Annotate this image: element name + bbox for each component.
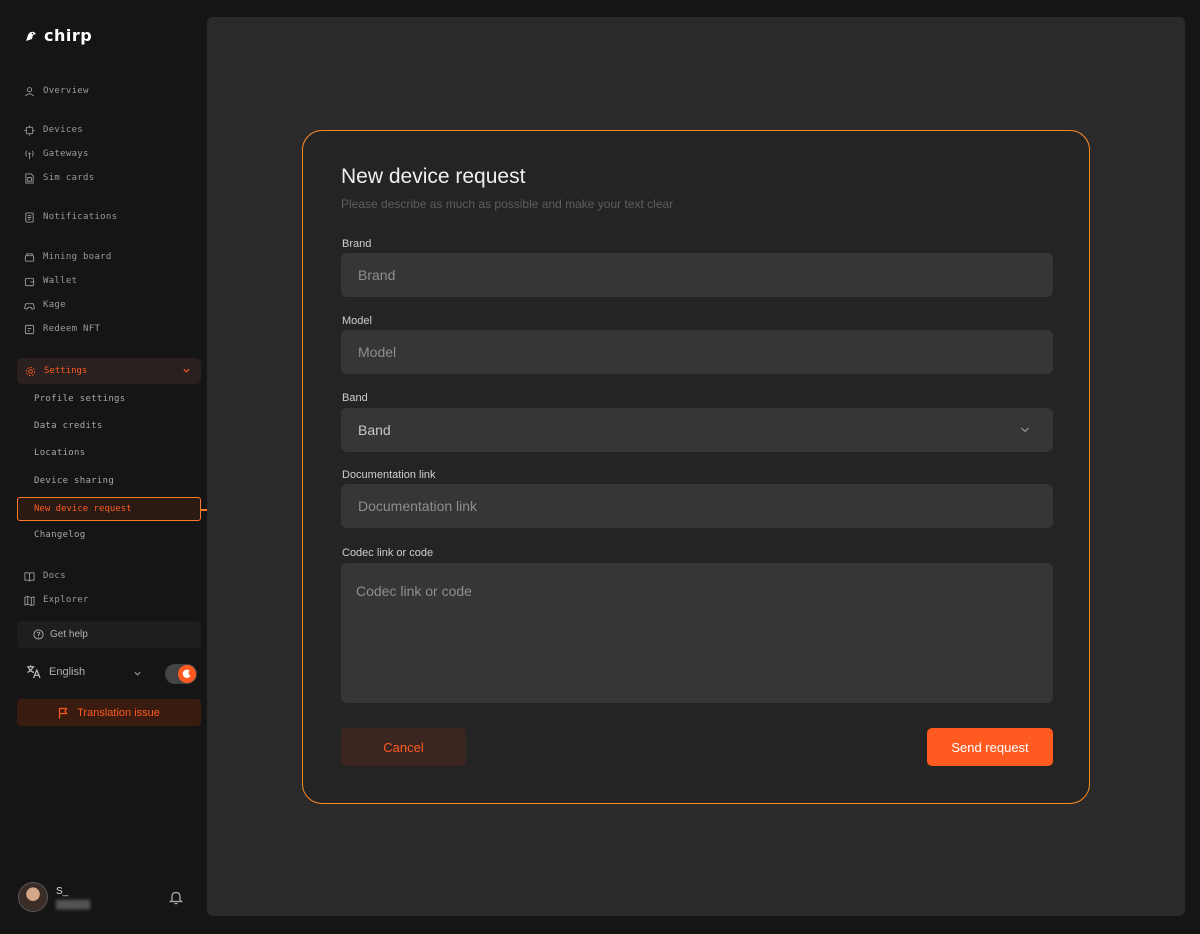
band-select[interactable]: Band — [341, 408, 1053, 452]
mining-icon — [24, 252, 35, 262]
sidebar-item-label: Redeem NFT — [43, 324, 101, 334]
sidebar-item-label: Mining board — [43, 252, 112, 262]
avatar — [18, 882, 48, 912]
document-icon — [25, 211, 34, 223]
help-circle-icon — [33, 629, 44, 640]
sidebar-item-label: Overview — [43, 86, 89, 96]
translation-issue-label: Translation issue — [77, 706, 160, 719]
sidebar-item-devices[interactable]: Devices — [24, 122, 83, 138]
sidebar-item-label: Devices — [43, 125, 84, 135]
documentation-link-input[interactable]: Documentation link — [341, 484, 1053, 528]
language-label: English — [49, 665, 86, 678]
theme-toggle[interactable] — [165, 664, 197, 684]
codec-label: Codec link or code — [342, 547, 434, 559]
user-profile[interactable]: S_ ██████ — [18, 882, 90, 912]
sidebar-item-gateways[interactable]: Gateways — [24, 146, 89, 162]
sidebar-subitem-profile-settings[interactable]: Profile settings — [34, 394, 126, 404]
moon-icon — [178, 665, 196, 683]
model-label: Model — [342, 315, 372, 327]
sidebar-subitem-locations[interactable]: Locations — [34, 448, 85, 458]
sidebar-item-sim-cards[interactable]: Sim cards — [24, 170, 94, 186]
sidebar-item-redeem-nft[interactable]: Redeem NFT — [24, 321, 100, 337]
sidebar-item-notifications[interactable]: Notifications — [24, 209, 117, 225]
translate-icon — [26, 665, 41, 679]
map-icon — [24, 595, 35, 606]
chevron-down-icon[interactable] — [133, 669, 142, 678]
chevron-down-icon — [1021, 427, 1029, 433]
sidebar-item-label: Notifications — [43, 212, 118, 222]
sidebar-item-label: Explorer — [43, 595, 89, 605]
sidebar-item-label: Sim cards — [43, 173, 95, 183]
brand-input[interactable]: Brand — [341, 253, 1053, 297]
sidebar-item-label: Kage — [43, 300, 66, 310]
documentation-link-label: Documentation link — [342, 469, 436, 481]
chirp-bird-icon — [26, 31, 36, 41]
sidebar-item-wallet[interactable]: Wallet — [24, 273, 77, 289]
sidebar-item-kage[interactable]: Kage — [24, 297, 66, 313]
sidebar-subitem-new-device-request[interactable]: New device request — [17, 497, 201, 521]
flag-icon — [59, 707, 68, 718]
sidebar-item-label: Wallet — [43, 276, 78, 286]
sidebar-item-explorer[interactable]: Explorer — [24, 592, 89, 608]
book-icon — [24, 571, 35, 582]
translation-issue-button[interactable]: Translation issue — [17, 699, 201, 726]
language-selector[interactable]: English — [26, 664, 85, 679]
modal-title: New device request — [341, 165, 526, 188]
brand-label: Brand — [342, 238, 372, 250]
band-label: Band — [342, 392, 368, 404]
antenna-icon — [25, 150, 34, 159]
new-device-request-modal: New device request Please describe as mu… — [302, 130, 1090, 804]
sidebar-subitem-changelog[interactable]: Changelog — [34, 530, 85, 540]
sidebar-item-settings[interactable]: Settings — [17, 358, 201, 384]
band-select-value: Band — [358, 422, 391, 438]
cancel-button[interactable]: Cancel — [341, 728, 466, 766]
sidebar-item-docs[interactable]: Docs — [24, 568, 66, 584]
bell-icon[interactable] — [169, 890, 183, 905]
send-request-button[interactable]: Send request — [927, 728, 1053, 766]
chevron-down-icon — [183, 368, 190, 373]
gear-icon — [25, 366, 36, 376]
sidebar-item-label: Docs — [43, 571, 66, 581]
sidebar-item-label: Gateways — [43, 149, 89, 159]
modal-subtitle: Please describe as much as possible and … — [341, 197, 674, 211]
chip-icon — [24, 124, 35, 136]
get-help-label: Get help — [50, 629, 88, 640]
user-id-blurred: ██████ — [56, 899, 91, 909]
user-name: S_ — [56, 885, 69, 897]
sidebar-item-mining-board[interactable]: Mining board — [24, 249, 112, 265]
codec-textarea[interactable]: Codec link or code — [341, 563, 1053, 703]
sidebar-item-label: Settings — [44, 366, 88, 376]
logo[interactable]: chirp — [24, 26, 92, 45]
sidebar-subitem-data-credits[interactable]: Data credits — [34, 421, 103, 431]
logo-text: chirp — [44, 26, 93, 45]
get-help-button[interactable]: Get help — [17, 621, 201, 648]
sidebar-item-overview[interactable]: Overview — [24, 83, 89, 99]
wallet-icon — [24, 277, 35, 286]
sidebar-subitem-device-sharing[interactable]: Device sharing — [34, 476, 114, 486]
ticket-icon — [24, 324, 35, 334]
sidebar: chirp Overview Devices Gateways Sim card… — [0, 0, 206, 934]
gamepad-icon — [24, 302, 35, 310]
user-icon — [25, 86, 34, 96]
model-input[interactable]: Model — [341, 330, 1053, 374]
sim-card-icon — [25, 172, 34, 184]
